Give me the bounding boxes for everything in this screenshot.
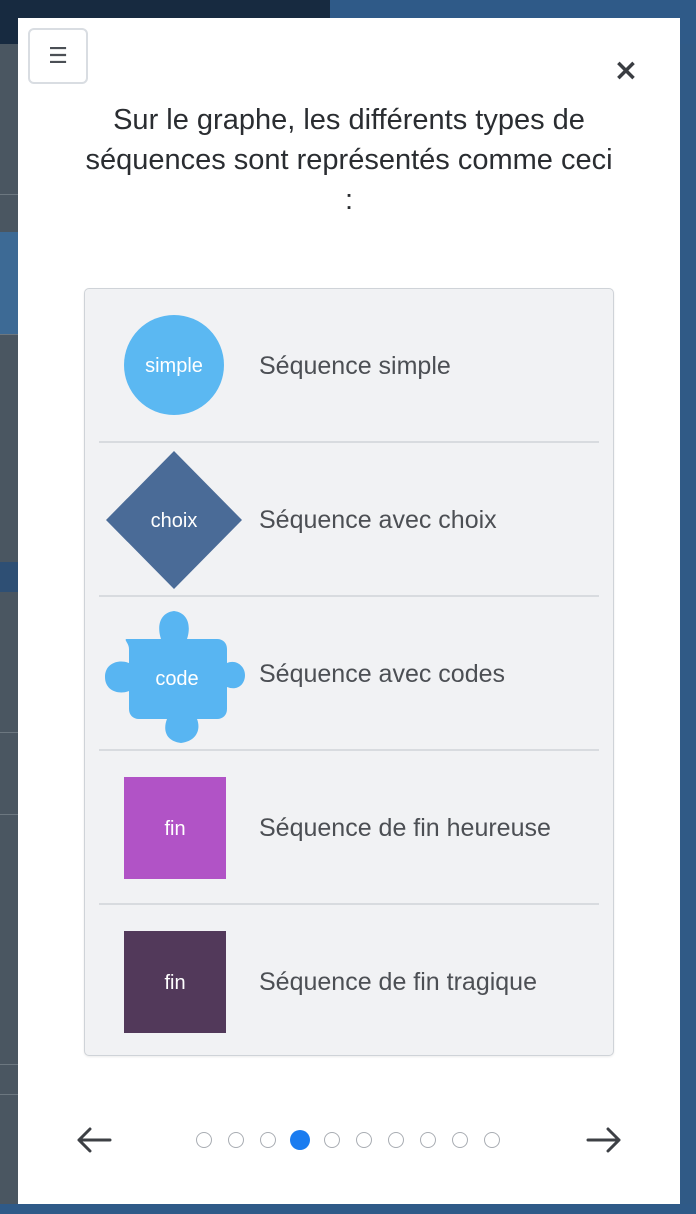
square-shape-icon: fin [124,777,226,879]
pager-dot-active[interactable] [290,1130,310,1150]
legend-label: Séquence avec codes [259,659,506,688]
close-button[interactable]: × [610,52,642,88]
circle-shape-icon: simple [124,315,224,415]
puzzle-shape-icon: code [105,611,245,743]
legend-row-simple: simple Séquence simple [99,289,599,443]
pager-dot[interactable] [196,1132,212,1148]
background-bottom-strip [0,1204,696,1214]
legend-row-choix: choix Séquence avec choix [99,443,599,597]
legend-card: simple Séquence simple choix Séquence av… [84,288,614,1056]
square-shape-icon: fin [124,931,226,1033]
previous-button[interactable] [74,1122,114,1158]
pager-dot[interactable] [452,1132,468,1148]
shape-label: choix [151,510,198,532]
shape-label: code [155,668,198,690]
diamond-shape-icon: choix [106,451,242,589]
legend-label: Séquence simple [259,351,451,380]
menu-button[interactable]: ☰ [28,28,88,84]
arrow-right-icon [586,1127,621,1153]
close-icon: × [613,52,639,88]
legend-label: Séquence de fin tragique [259,967,537,996]
background-right-strip [680,44,696,1214]
shape-label: fin [164,818,185,840]
pager-dot[interactable] [420,1132,436,1148]
legend-row-code: code Séquence avec codes [99,597,599,751]
arrow-left-icon [77,1127,112,1153]
tutorial-modal: ☰ × Sur le graphe, les différents types … [18,18,680,1204]
shape-label: simple [145,355,203,377]
legend-row-fin-tragique: fin Séquence de fin tragique [99,905,599,1059]
legend-row-fin-heureuse: fin Séquence de fin heureuse [99,751,599,905]
pager-dot[interactable] [388,1132,404,1148]
shape-label: fin [164,972,185,994]
legend-label: Séquence avec choix [259,505,497,534]
hamburger-icon: ☰ [48,43,68,69]
pager-dot[interactable] [228,1132,244,1148]
modal-headline: Sur le graphe, les différents types de s… [85,104,613,216]
pager-dot[interactable] [260,1132,276,1148]
next-button[interactable] [584,1122,624,1158]
pager-dot[interactable] [484,1132,500,1148]
pager-dot[interactable] [356,1132,372,1148]
pager-dot[interactable] [324,1132,340,1148]
legend-label: Séquence de fin heureuse [259,813,551,842]
pager-dots [196,1130,500,1150]
background-left-strip [0,44,18,1214]
